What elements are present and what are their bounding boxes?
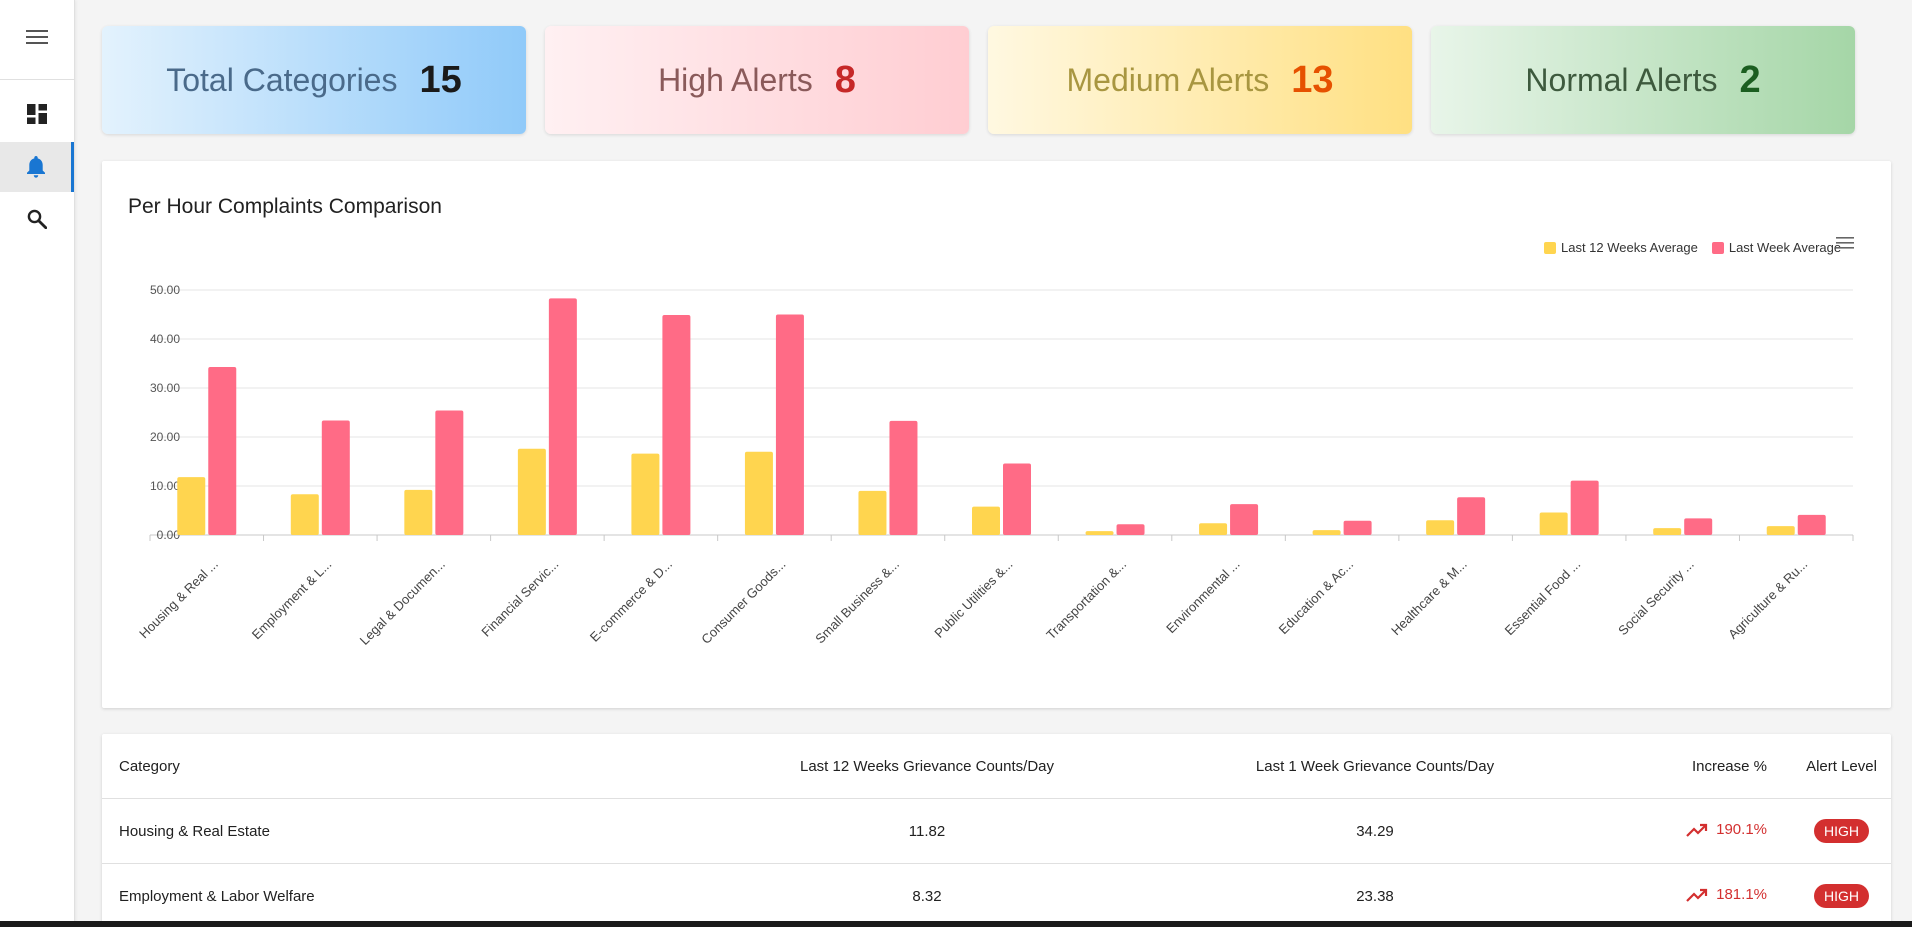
x-tick-label: Social Security ...	[1615, 557, 1697, 639]
bar-last-12-weeks	[1766, 526, 1795, 535]
y-tick-label: 30.00	[150, 381, 180, 395]
x-tick-label: E-commerce & D...	[587, 557, 675, 645]
y-tick-label: 20.00	[150, 430, 180, 444]
col-header-category[interactable]: Category	[102, 734, 720, 799]
bar-last-week	[1457, 497, 1486, 535]
x-tick-label: Employment & L...	[249, 557, 335, 643]
x-tick-label: Legal & Documen...	[357, 557, 448, 648]
cell-increase: 181.1%	[1616, 863, 1792, 927]
trending-up-icon	[1686, 888, 1708, 902]
bottom-edge	[0, 921, 1912, 927]
bar-last-12-weeks	[1312, 530, 1341, 535]
bar-last-12-weeks	[1199, 523, 1228, 535]
table-header-row: Category Last 12 Weeks Grievance Counts/…	[102, 734, 1891, 799]
x-tick-label: Public Utilities &...	[931, 557, 1015, 641]
bar-last-12-weeks	[1539, 512, 1568, 535]
x-tick-label: Healthcare & M...	[1388, 557, 1470, 639]
alert-level-badge: HIGH	[1814, 884, 1869, 908]
bar-last-week	[548, 298, 577, 535]
col-header-increase[interactable]: Increase %	[1616, 734, 1792, 799]
bar-last-week	[1797, 514, 1826, 535]
y-tick-label: 40.00	[150, 332, 180, 346]
bar-last-12-weeks	[177, 477, 206, 535]
y-tick-label: 50.00	[150, 283, 180, 297]
bar-last-week	[435, 410, 464, 535]
bar-last-12-weeks	[290, 494, 319, 535]
bar-last-12-weeks	[1085, 531, 1114, 535]
cell-alert-level: HIGH	[1792, 798, 1891, 864]
bar-last-12-weeks	[972, 506, 1000, 535]
cell-last1: 34.29	[1134, 798, 1616, 864]
cell-last1: 23.38	[1134, 863, 1616, 927]
bar-last-week	[321, 420, 350, 535]
table-row[interactable]: Employment & Labor Welfare 8.32 23.38 18…	[102, 863, 1891, 927]
bar-last-12-weeks	[404, 489, 433, 535]
x-tick-label: Environmental ...	[1163, 557, 1243, 637]
bar-last-12-weeks	[1653, 528, 1682, 535]
bar-last-week	[208, 366, 237, 535]
y-tick-label: 0.00	[157, 528, 181, 542]
bar-last-week	[775, 314, 804, 535]
cell-category: Employment & Labor Welfare	[102, 863, 720, 927]
bar-last-week	[1343, 520, 1372, 535]
bar-last-12-weeks	[1426, 520, 1455, 535]
increase-value: 181.1%	[1716, 886, 1767, 904]
bar-last-week	[1230, 504, 1259, 535]
bar-last-week	[1684, 518, 1713, 535]
y-tick-label: 10.00	[150, 479, 180, 493]
col-header-alert-level[interactable]: Alert Level	[1792, 734, 1891, 799]
bar-last-week	[889, 420, 918, 535]
x-tick-label: Transportation &...	[1043, 557, 1129, 643]
x-tick-label: Education & Ac...	[1276, 557, 1357, 638]
bar-last-12-weeks	[858, 490, 887, 535]
col-header-last1[interactable]: Last 1 Week Grievance Counts/Day	[1134, 734, 1616, 799]
cell-category: Housing & Real Estate	[102, 798, 720, 864]
x-tick-label: Essential Food ...	[1502, 557, 1584, 639]
bar-last-week	[1003, 463, 1031, 535]
x-tick-label: Housing & Real ...	[136, 557, 221, 642]
alerts-table-panel: Category Last 12 Weeks Grievance Counts/…	[102, 734, 1891, 927]
cell-last12: 11.82	[720, 798, 1134, 864]
bar-last-week	[1116, 524, 1145, 535]
cell-last12: 8.32	[720, 863, 1134, 927]
bar-last-12-weeks	[631, 453, 660, 535]
cell-increase: 190.1%	[1616, 798, 1792, 864]
col-header-last12[interactable]: Last 12 Weeks Grievance Counts/Day	[720, 734, 1134, 799]
x-tick-label: Small Business &...	[812, 557, 902, 647]
bar-last-week	[1570, 480, 1599, 535]
bar-last-week	[662, 314, 691, 535]
trending-up-icon	[1686, 823, 1708, 837]
table-row[interactable]: Housing & Real Estate 11.82 34.29 190.1%…	[102, 798, 1891, 864]
alerts-table: Category Last 12 Weeks Grievance Counts/…	[102, 734, 1891, 927]
x-tick-label: Consumer Goods...	[698, 557, 788, 647]
bar-last-12-weeks	[517, 448, 546, 535]
cell-alert-level: HIGH	[1792, 863, 1891, 927]
increase-value: 190.1%	[1716, 821, 1767, 839]
bar-last-12-weeks	[744, 451, 773, 535]
x-tick-label: Financial Servic...	[478, 557, 561, 640]
x-tick-label: Agriculture & Ru...	[1725, 557, 1810, 642]
alert-level-badge: HIGH	[1814, 819, 1869, 843]
